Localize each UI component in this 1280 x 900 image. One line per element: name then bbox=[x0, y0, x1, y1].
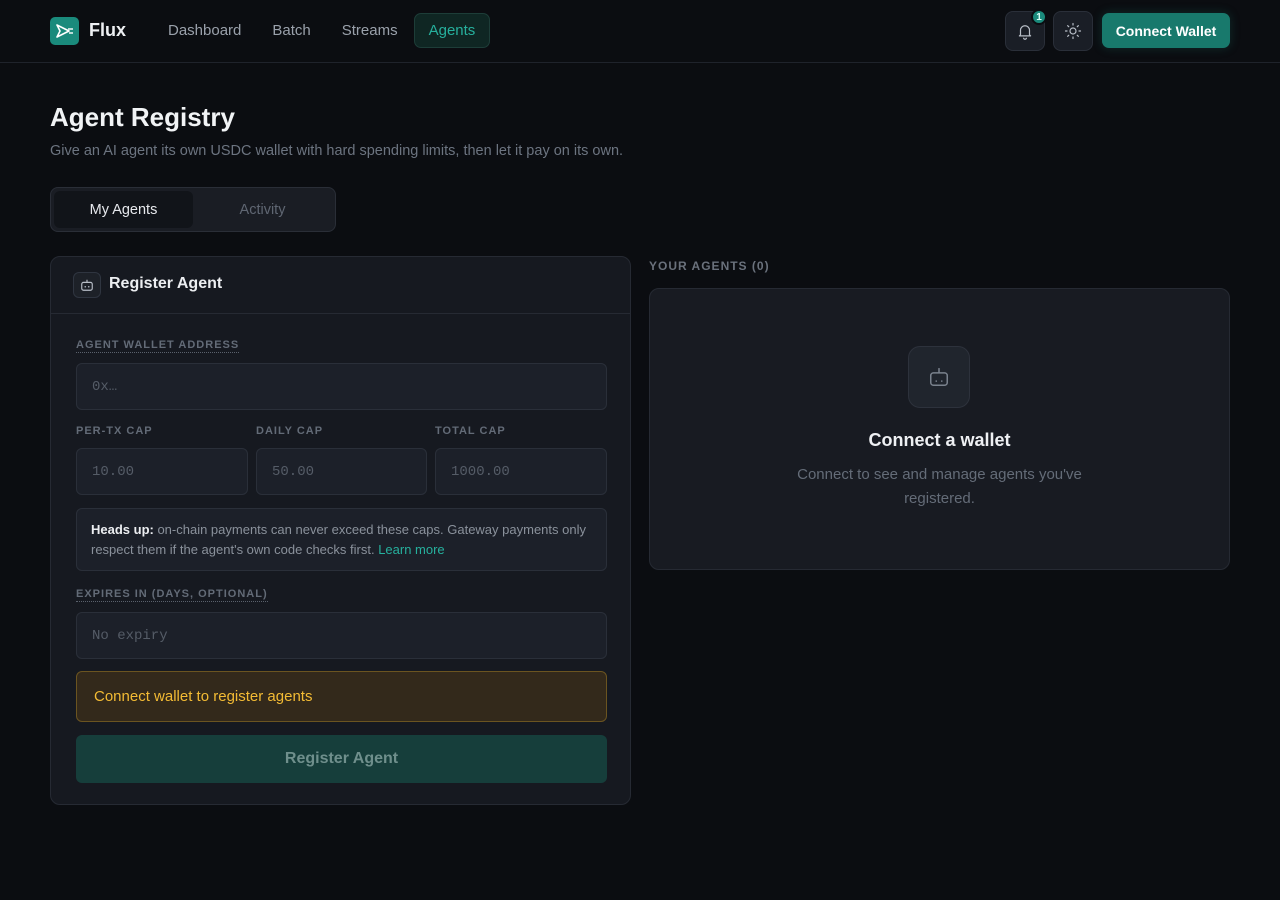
robot-icon bbox=[73, 272, 101, 298]
notification-count-badge: 1 bbox=[1031, 9, 1047, 25]
view-tabs: My Agents Activity bbox=[50, 187, 336, 232]
your-agents-heading: YOUR AGENTS (0) bbox=[649, 259, 770, 273]
expires-label: Expires in (days, optional) bbox=[76, 588, 268, 602]
notifications-button[interactable]: 1 bbox=[1005, 9, 1047, 51]
register-agent-button[interactable]: Register Agent bbox=[76, 735, 607, 783]
flux-logo-icon[interactable] bbox=[50, 17, 79, 45]
card-header: Register Agent bbox=[51, 257, 630, 314]
tab-activity[interactable]: Activity bbox=[193, 191, 332, 228]
theme-toggle-button[interactable] bbox=[1053, 11, 1093, 51]
notice-text: on-chain payments can never exceed these… bbox=[91, 522, 586, 557]
tab-my-agents[interactable]: My Agents bbox=[54, 191, 193, 228]
daily-cap-input[interactable] bbox=[256, 448, 427, 495]
sun-icon bbox=[1064, 22, 1082, 40]
per-tx-cap-label: Per-tx cap bbox=[76, 425, 153, 437]
empty-state-title: Connect a wallet bbox=[868, 430, 1011, 450]
nav-streams[interactable]: Streams bbox=[327, 13, 413, 48]
nav-dashboard[interactable]: Dashboard bbox=[153, 13, 256, 48]
caps-notice: Heads up: on-chain payments can never ex… bbox=[76, 508, 607, 571]
empty-state-text: Connect to see and manage agents you've … bbox=[797, 466, 1082, 507]
total-cap-input[interactable] bbox=[435, 448, 607, 495]
robot-icon bbox=[908, 346, 970, 408]
page-title: Agent Registry bbox=[50, 102, 235, 132]
agent-address-input[interactable] bbox=[76, 363, 607, 410]
top-bar: Flux Dashboard Batch Streams Agents 1 Co… bbox=[0, 0, 1280, 63]
brand-name[interactable]: Flux bbox=[89, 20, 126, 41]
learn-more-link[interactable]: Learn more bbox=[378, 542, 444, 557]
agent-address-label: Agent wallet address bbox=[76, 339, 240, 353]
connect-wallet-button[interactable]: Connect Wallet bbox=[1102, 13, 1230, 48]
bell-icon bbox=[1018, 25, 1032, 40]
register-agent-card: Register Agent Agent wallet address Per-… bbox=[50, 256, 631, 805]
connect-wallet-warning: Connect wallet to register agents bbox=[76, 671, 607, 722]
page-subtitle: Give an AI agent its own USDC wallet wit… bbox=[50, 143, 624, 159]
nav-agents[interactable]: Agents bbox=[413, 13, 491, 48]
nav-batch[interactable]: Batch bbox=[257, 13, 325, 48]
notice-heading: Heads up: bbox=[91, 522, 154, 537]
main-nav: Dashboard Batch Streams Agents bbox=[153, 13, 491, 48]
total-cap-label: Total cap bbox=[435, 425, 506, 437]
expires-input[interactable] bbox=[76, 612, 607, 659]
per-tx-cap-input[interactable] bbox=[76, 448, 248, 495]
card-title: Register Agent bbox=[109, 275, 223, 292]
daily-cap-label: Daily cap bbox=[256, 425, 324, 437]
agents-empty-state: Connect a wallet Connect to see and mana… bbox=[649, 288, 1230, 570]
